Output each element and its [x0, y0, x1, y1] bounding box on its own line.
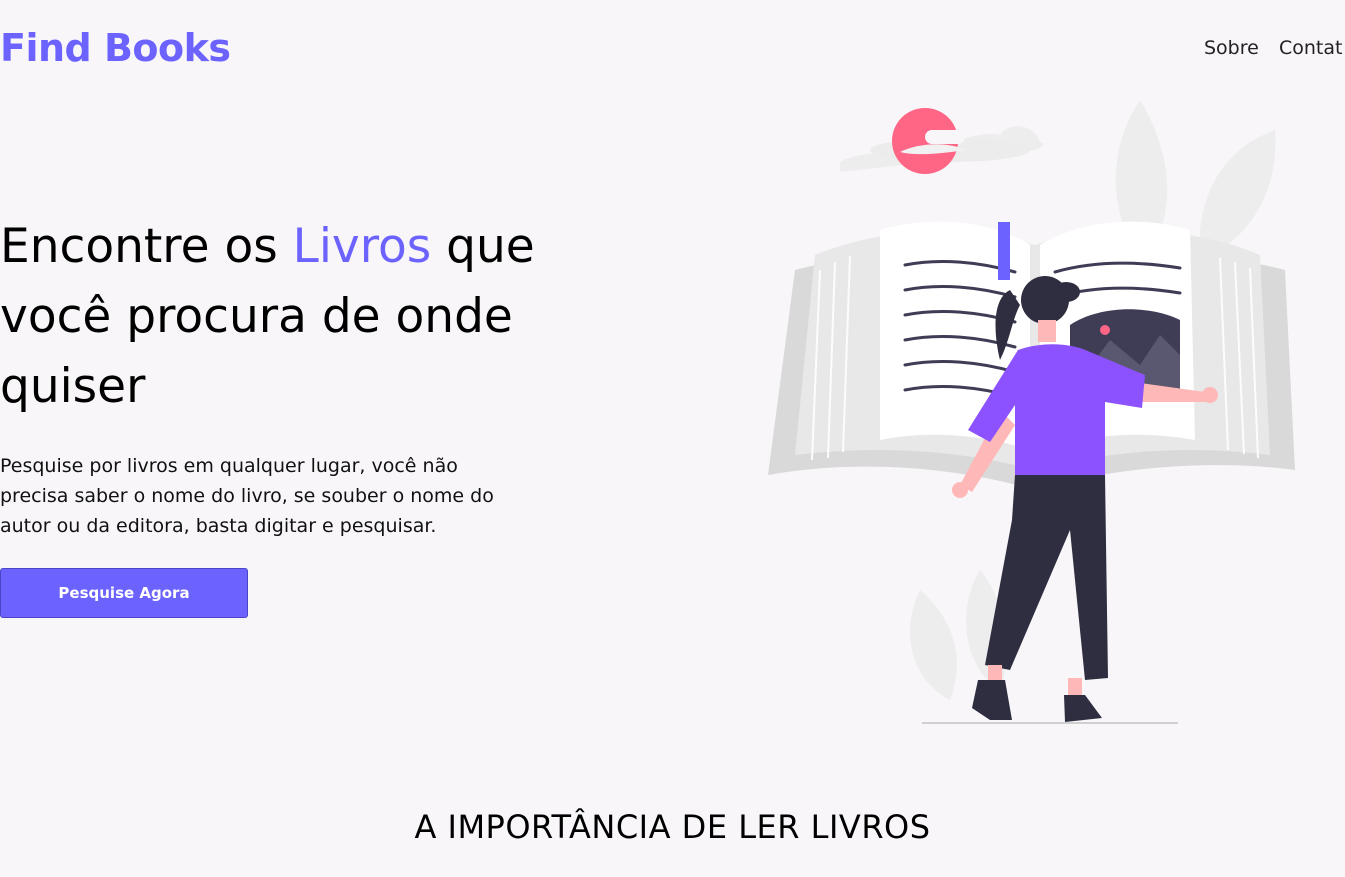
bookmark-icon: [998, 222, 1010, 280]
search-now-button[interactable]: Pesquise Agora: [0, 568, 248, 618]
nav-link-sobre[interactable]: Sobre: [1204, 37, 1259, 59]
landing-page: Find Books Sobre Contat Encontre os Livr…: [0, 0, 1345, 877]
hero-title-accent: Livros: [292, 219, 432, 274]
section-title: A IMPORTÂNCIA DE LER LIVROS: [414, 808, 931, 846]
hero-title: Encontre os Livros que você procura de o…: [0, 212, 560, 422]
main-nav: Sobre Contat: [1204, 37, 1345, 59]
woman-reading-book-illustration: [768, 100, 1295, 724]
logo[interactable]: Find Books: [0, 26, 231, 70]
sun-icon: [892, 108, 965, 174]
hero-title-start: Encontre os: [0, 219, 293, 274]
hero-description: Pesquise por livros em qualquer lugar, v…: [0, 455, 494, 537]
nav-link-contato[interactable]: Contat: [1279, 37, 1342, 59]
